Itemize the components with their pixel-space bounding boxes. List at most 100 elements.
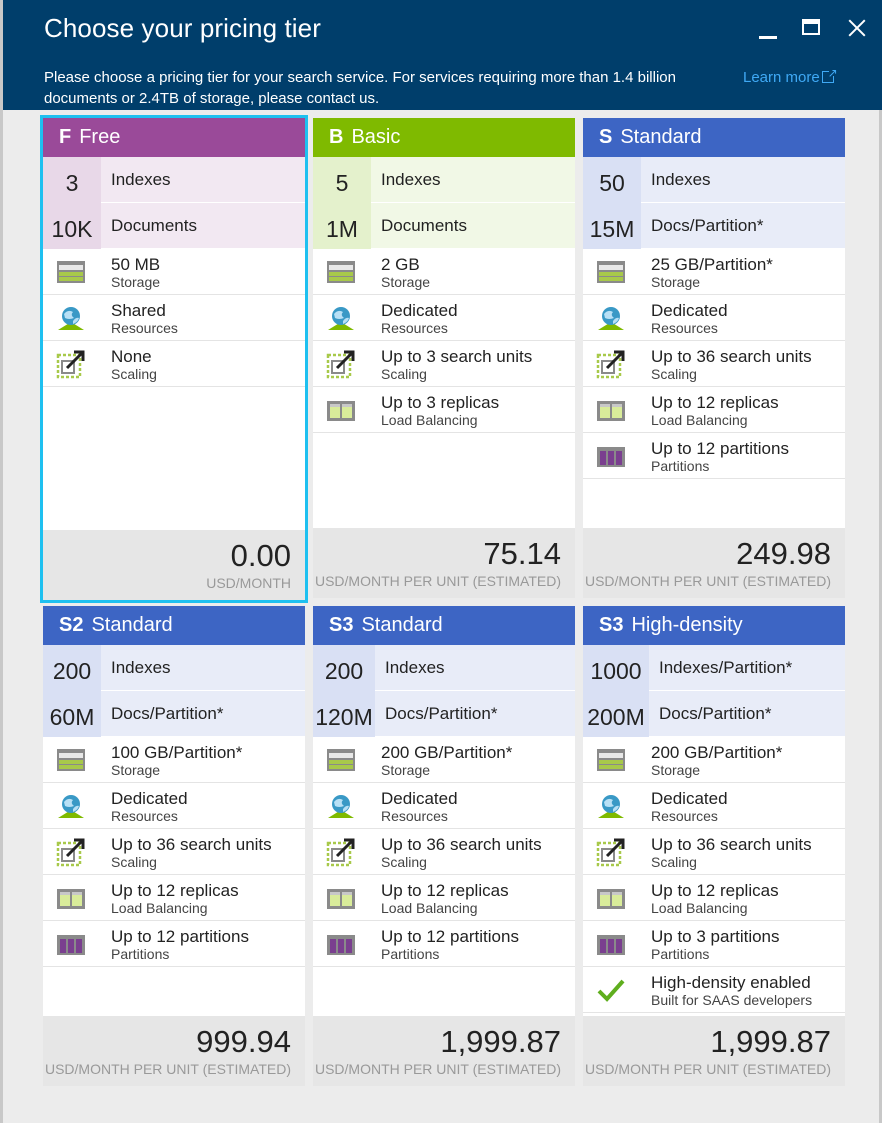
- indexes-count: 3: [43, 157, 101, 203]
- feature-row: Dedicated Resources: [313, 783, 575, 829]
- scaling-icon: [56, 349, 86, 379]
- feature-value: Up to 36 search units: [111, 835, 272, 854]
- tier-card-s2-standard[interactable]: S2 Standard 200 Indexes 60M Docs/Partition*…: [43, 606, 305, 1086]
- indexes-label: Indexes: [111, 658, 171, 677]
- tier-code: F: [59, 126, 72, 148]
- feature-caption: Resources: [381, 320, 448, 336]
- feature-value: Dedicated: [651, 301, 728, 320]
- documents-row: 200M Docs/Partition*: [583, 691, 845, 737]
- feature-value: 50 MB: [111, 255, 161, 274]
- tier-card-free[interactable]: F Free 3 Indexes 10K Documents 50 MB Storage…: [40, 115, 308, 603]
- tier-code: S3: [599, 614, 624, 636]
- feature-row: Up to 3 partitions Partitions: [583, 921, 845, 967]
- indexes-row: 200 Indexes: [43, 645, 305, 691]
- resources-icon: [596, 303, 626, 333]
- documents-count: 60M: [43, 691, 101, 737]
- feature-row: Dedicated Resources: [583, 783, 845, 829]
- feature-row: 200 GB/Partition* Storage: [583, 737, 845, 783]
- feature-row: Up to 12 replicas Load Balancing: [583, 387, 845, 433]
- tier-code: S2: [59, 614, 84, 636]
- price-box: 999.94 USD/MONTH PER UNIT (ESTIMATED): [43, 1016, 305, 1086]
- feature-value: Dedicated: [381, 789, 458, 808]
- resources-icon: [326, 303, 356, 333]
- price-box: 0.00 USD/MONTH: [43, 530, 305, 600]
- tier-header: S3 High-density: [583, 606, 845, 645]
- tier-name: Basic: [351, 126, 401, 148]
- feature-row: Up to 36 search units Scaling: [583, 341, 845, 387]
- indexes-count: 200: [43, 645, 101, 691]
- feature-caption: Resources: [651, 808, 718, 824]
- learn-more-link[interactable]: Learn more: [743, 63, 838, 88]
- scaling-icon: [326, 837, 356, 867]
- indexes-label: Indexes: [111, 170, 171, 189]
- tier-name: Free: [79, 126, 121, 148]
- indexes-label: Indexes: [385, 658, 445, 677]
- price-amount: 0.00: [230, 538, 291, 573]
- replicas-icon: [326, 883, 356, 913]
- feature-list: 200 GB/Partition* Storage Dedicated Resourc…: [313, 737, 575, 967]
- indexes-count: 200: [313, 645, 375, 691]
- replicas-icon: [326, 395, 356, 425]
- indexes-row: 200 Indexes: [313, 645, 575, 691]
- price-unit: USD/MONTH PER UNIT (ESTIMATED): [584, 1061, 831, 1077]
- price-amount: 1,999.87: [440, 1024, 561, 1059]
- feature-row: Up to 36 search units Scaling: [583, 829, 845, 875]
- feature-caption: Built for SAAS developers: [651, 992, 813, 1008]
- feature-row: 50 MB Storage: [43, 249, 305, 295]
- feature-caption: Storage: [381, 762, 431, 778]
- indexes-count: 50: [583, 157, 641, 203]
- feature-caption: Scaling: [381, 854, 427, 870]
- close-button[interactable]: [844, 14, 870, 42]
- feature-caption: Resources: [111, 808, 178, 824]
- documents-row: 120M Docs/Partition*: [313, 691, 575, 737]
- feature-caption: Resources: [651, 320, 718, 336]
- tier-header: S2 Standard: [43, 606, 305, 645]
- feature-row: Up to 36 search units Scaling: [43, 829, 305, 875]
- tier-card-basic[interactable]: B Basic 5 Indexes 1M Documents 2 GB Storage D…: [313, 118, 575, 598]
- description-text: Please choose a pricing tier for your se…: [44, 69, 676, 107]
- feature-value: Dedicated: [651, 789, 728, 808]
- feature-caption: Resources: [111, 320, 178, 336]
- storage-icon: [326, 745, 356, 775]
- resources-icon: [56, 791, 86, 821]
- feature-row: 2 GB Storage: [313, 249, 575, 295]
- feature-caption: Partitions: [381, 946, 440, 962]
- tier-card-s3-standard[interactable]: S3 Standard 200 Indexes 120M Docs/Partition…: [313, 606, 575, 1086]
- blade-header: Choose your pricing tier Please choose a…: [3, 0, 882, 110]
- feature-value: 200 GB/Partition*: [651, 743, 783, 762]
- feature-caption: Load Balancing: [651, 900, 748, 916]
- feature-row: 25 GB/Partition* Storage: [583, 249, 845, 295]
- indexes-row: 1000 Indexes/Partition*: [583, 645, 845, 691]
- resources-icon: [326, 791, 356, 821]
- feature-row: Dedicated Resources: [43, 783, 305, 829]
- feature-value: Up to 12 replicas: [111, 881, 239, 900]
- replicas-icon: [596, 395, 626, 425]
- feature-row: Up to 3 replicas Load Balancing: [313, 387, 575, 433]
- feature-row: Up to 3 search units Scaling: [313, 341, 575, 387]
- learn-more-label: Learn more: [743, 69, 820, 86]
- tier-card-standard[interactable]: S Standard 50 Indexes 15M Docs/Partition* 2…: [583, 118, 845, 598]
- scaling-icon: [596, 837, 626, 867]
- feature-row: 100 GB/Partition* Storage: [43, 737, 305, 783]
- feature-value: High-density enabled: [651, 973, 811, 992]
- feature-value: Up to 3 replicas: [381, 393, 500, 412]
- storage-icon: [56, 745, 86, 775]
- price-amount: 999.94: [196, 1024, 291, 1059]
- feature-row: Up to 12 replicas Load Balancing: [43, 875, 305, 921]
- tier-code: S: [599, 126, 613, 148]
- maximize-button[interactable]: [800, 14, 826, 42]
- feature-caption: Load Balancing: [381, 900, 478, 916]
- tier-header: B Basic: [313, 118, 575, 157]
- tier-code: B: [329, 126, 344, 148]
- documents-label: Docs/Partition*: [651, 216, 764, 235]
- feature-value: 25 GB/Partition*: [651, 255, 773, 274]
- documents-row: 15M Docs/Partition*: [583, 203, 845, 249]
- minimize-button[interactable]: [756, 14, 782, 42]
- tier-card-s3-high-density[interactable]: S3 High-density 1000 Indexes/Partition* 20…: [583, 606, 845, 1086]
- feature-caption: Storage: [111, 274, 161, 290]
- price-amount: 249.98: [736, 536, 831, 571]
- documents-label: Documents: [381, 216, 467, 235]
- price-unit: USD/MONTH: [206, 575, 291, 591]
- feature-caption: Load Balancing: [111, 900, 208, 916]
- documents-row: 1M Documents: [313, 203, 575, 249]
